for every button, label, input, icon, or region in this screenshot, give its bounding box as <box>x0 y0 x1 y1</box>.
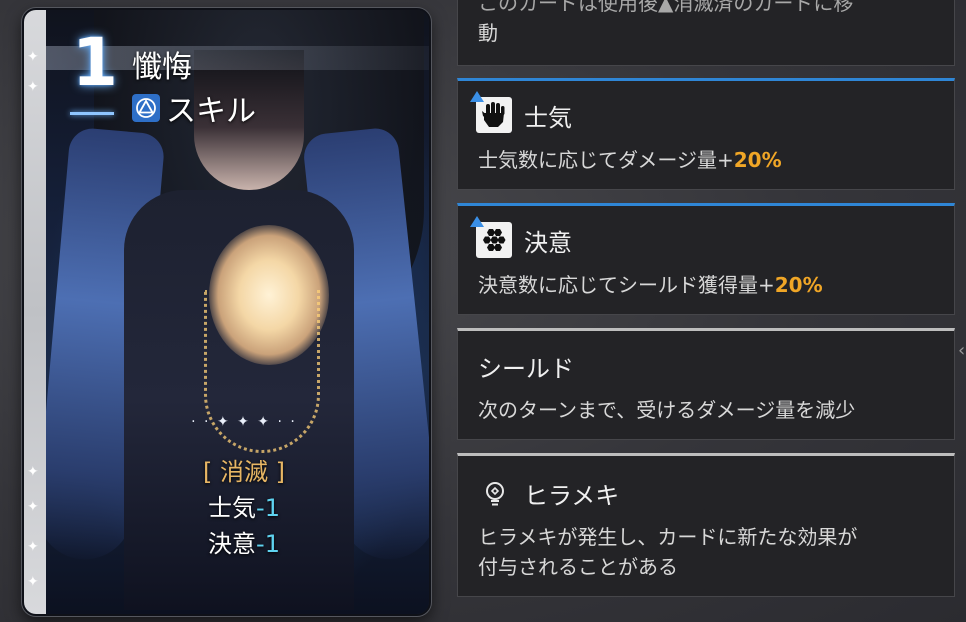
keyword-panel-inspiration: ヒラメキ ヒラメキが発生し、カードに新たな効果が 付与されることがある <box>457 453 955 597</box>
panel-title: 決意 <box>524 228 572 257</box>
effect-line: 決意-1 <box>124 526 364 562</box>
skill-triangle-icon <box>132 94 160 122</box>
fist-icon <box>470 91 512 133</box>
chevron-left-icon[interactable]: ‹ <box>958 340 966 370</box>
panel-title: シールド <box>478 355 574 383</box>
panel-desc-line: 付与されることがある <box>478 555 678 579</box>
effect-value: -1 <box>256 494 280 522</box>
card-name: 懺悔 <box>132 50 192 85</box>
panel-title-row: 決意 <box>470 216 572 258</box>
effect-label: 決意 <box>208 530 257 558</box>
panel-desc-text: 士気数に応じてダメージ量+ <box>478 148 734 172</box>
panel-desc-value: 20% <box>733 148 782 172</box>
keyword-panel-resolve: 決意 決意数に応じてシールド獲得量+20% <box>457 203 955 315</box>
card-type-label: スキル <box>166 94 256 129</box>
sparkle-icon: ✦ <box>27 574 39 590</box>
sparkle-icon: ✦ <box>27 79 39 95</box>
panel-title: ヒラメキ <box>524 482 620 510</box>
buff-up-icon <box>470 91 484 102</box>
panel-title-row: シールド <box>478 349 574 384</box>
panel-desc: 次のターンまで、受けるダメージ量を減少 <box>478 398 856 422</box>
keyword-panel-shield: シールド 次のターンまで、受けるダメージ量を減少 <box>457 328 955 440</box>
panel-desc: 士気数に応じてダメージ量+20% <box>478 145 782 175</box>
panel-title: 士気 <box>524 103 572 132</box>
sparkle-divider-icon: · · ✦ ✦ ✦ · · <box>191 414 297 430</box>
panel-title-row: ヒラメキ <box>480 476 619 511</box>
keyword-panel-exhaust: このカードは使用後▲消滅済のカードに移 動 <box>457 0 955 66</box>
sparkle-icon: ✦ <box>27 464 39 480</box>
lightbulb-icon <box>480 479 510 509</box>
card-type: スキル <box>132 86 256 130</box>
effect-label: 士気 <box>208 494 257 522</box>
hexagon-shield-icon <box>470 216 512 258</box>
sparkle-icon: ✦ <box>27 49 39 65</box>
sparkle-icon: ✦ <box>27 539 39 555</box>
effect-tag: [ 消滅 ] <box>203 458 285 486</box>
buff-up-icon <box>470 216 484 227</box>
panel-desc-line: このカードは使用後▲消滅済のカードに移 <box>478 0 854 15</box>
panel-desc-value: 20% <box>774 273 823 297</box>
sparkle-icon: ✦ <box>27 499 39 515</box>
panel-desc-line: ヒラメキが発生し、カードに新たな効果が <box>478 525 858 549</box>
card-effects: [ 消滅 ] 士気-1 決意-1 <box>124 454 364 562</box>
card-left-frame <box>24 10 46 614</box>
panel-desc-line: 動 <box>478 21 498 45</box>
card-cost: 1 <box>72 24 118 101</box>
panel-desc: 決意数に応じてシールド獲得量+20% <box>478 270 823 300</box>
effect-line: 士気-1 <box>124 490 364 526</box>
panel-title-row: 士気 <box>470 91 572 133</box>
skill-card[interactable]: ✦ ✦ ✦ ✦ ✦ ✦ 1 懺悔 スキル · · ✦ ✦ ✦ · · [ 消滅 … <box>22 8 431 616</box>
cost-underline <box>70 112 114 115</box>
keyword-panel-morale: 士気 士気数に応じてダメージ量+20% <box>457 78 955 190</box>
panel-desc-text: 決意数に応じてシールド獲得量+ <box>478 273 775 297</box>
effect-value: -1 <box>256 530 280 558</box>
